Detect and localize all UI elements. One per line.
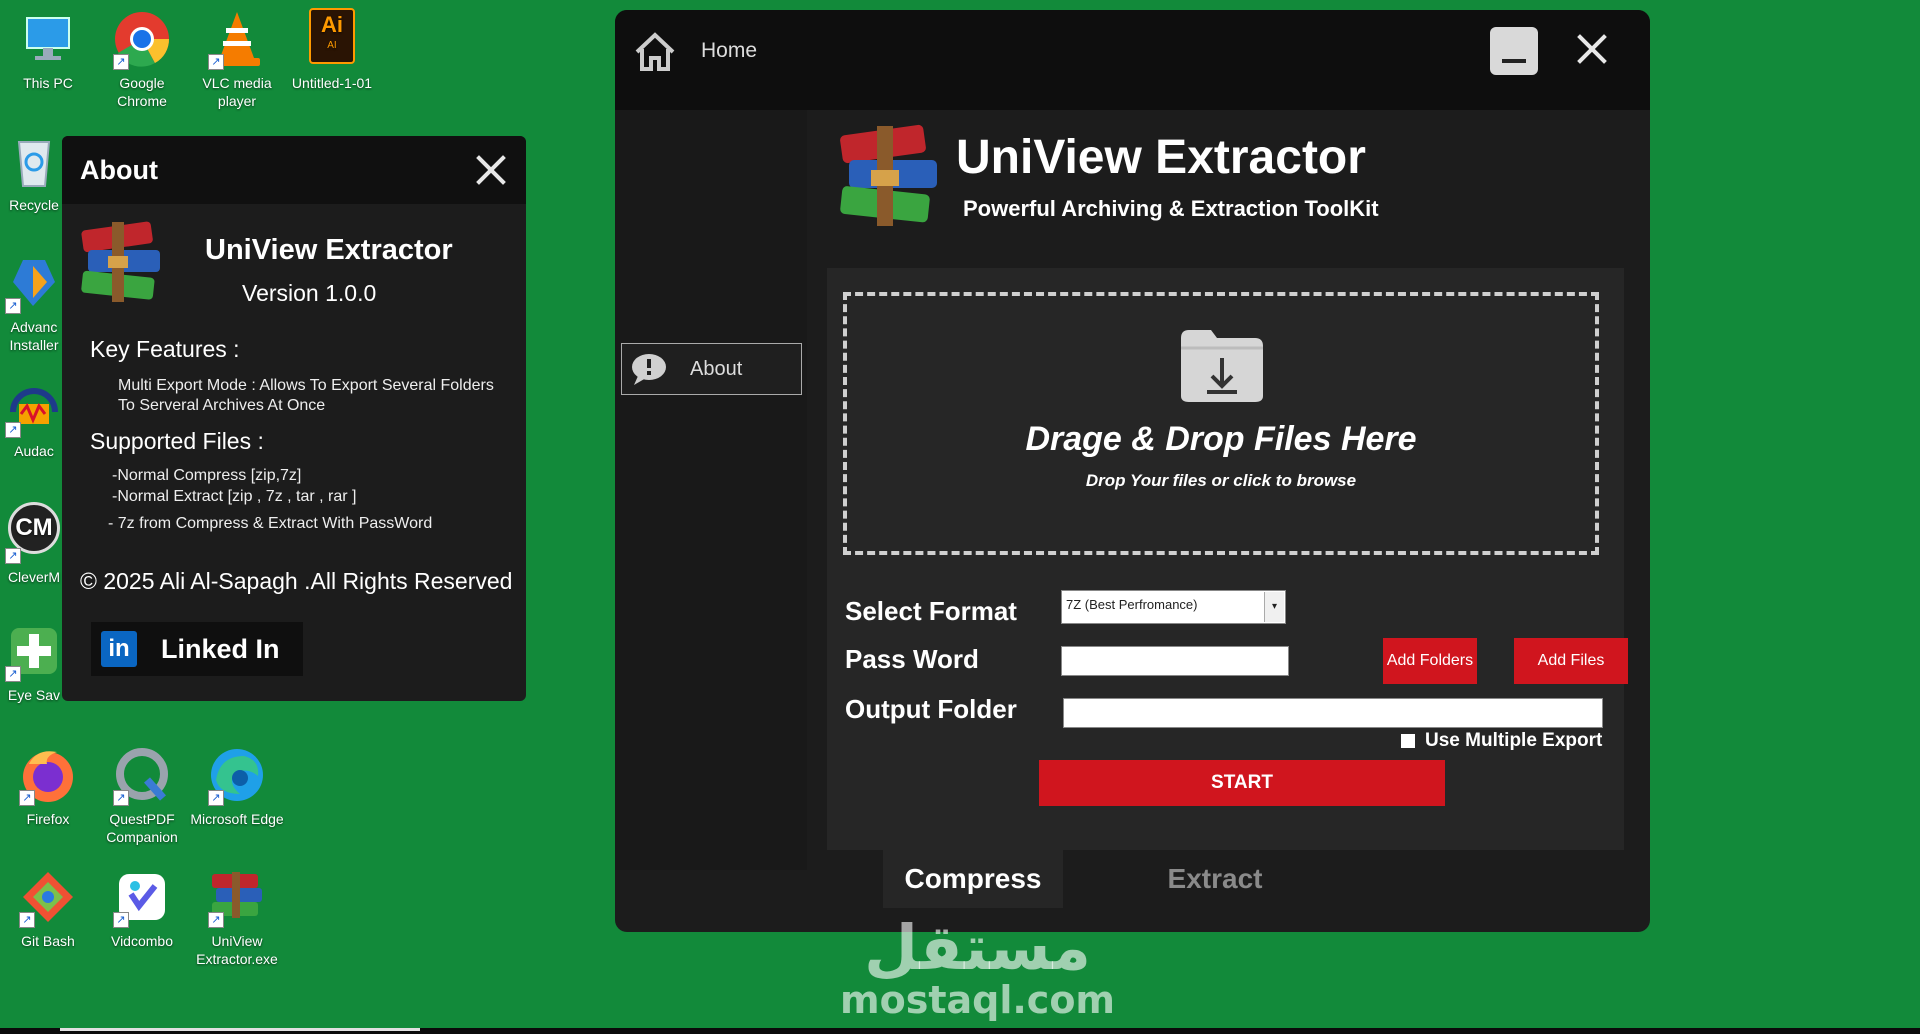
desktop-icon-this-pc[interactable]: This PC [0,8,96,92]
about-titlebar: About [62,136,526,204]
taskbar-indicator [60,1028,420,1031]
format-select[interactable]: 7Z (Best Perfromance) ▾ [1061,590,1286,624]
shortcut-arrow-icon: ↗ [113,790,129,806]
edge-icon: ↗ [206,744,268,806]
computer-icon [17,8,79,70]
drop-subtitle: Drop Your files or click to browse [1085,471,1357,490]
desktop-icon-uniview-extractor[interactable]: ↗ UniView Extractor.exe [189,866,285,968]
about-app-name: UniView Extractor [205,234,453,266]
key-features-heading: Key Features : [90,336,240,362]
installer-icon: ↗ [3,252,65,314]
sidebar-about-button[interactable]: About [621,343,802,395]
shortcut-arrow-icon: ↗ [5,298,21,314]
main-topbar: Home [615,10,1650,110]
download-folder-icon [1181,330,1263,402]
shortcut-arrow-icon: ↗ [113,912,129,928]
shortcut-arrow-icon: ↗ [5,422,21,438]
chrome-icon: ↗ [111,8,173,70]
chevron-down-icon: ▾ [1264,592,1284,622]
drop-zone[interactable]: Drage & Drop Files Here Drop Your files … [843,292,1599,555]
taskbar [0,1028,1920,1034]
output-folder-label: Output Folder [845,694,1017,724]
chat-bubble-icon [632,354,666,385]
watermark-arabic: مستقل [864,911,1091,984]
recycle-bin-icon [3,130,65,192]
supported-files-heading: Supported Files : [90,428,264,454]
output-folder-input[interactable] [1063,698,1603,728]
supported-item: - 7z from Compress & Extract With PassWo… [108,515,433,532]
home-label[interactable]: Home [701,39,757,63]
desktop-icon-questpdf[interactable]: ↗ QuestPDF Companion [94,744,190,846]
desktop-icon-edge[interactable]: ↗ Microsoft Edge [189,744,285,828]
shortcut-arrow-icon: ↗ [5,548,21,564]
multiple-export-checkbox[interactable]: Use Multiple Export [1401,730,1602,752]
sidebar-about-label: About [690,357,743,380]
desktop-icon-git-bash[interactable]: ↗ Git Bash [0,866,96,950]
format-select-value: 7Z (Best Perfromance) [1066,597,1198,612]
linkedin-icon: in [101,631,137,667]
main-close-button[interactable] [1575,32,1609,66]
audacity-icon: ↗ [3,376,65,438]
shortcut-arrow-icon: ↗ [113,54,129,70]
shortcut-arrow-icon: ↗ [19,790,35,806]
desktop-icon-google-chrome[interactable]: ↗ Google Chrome [94,8,190,110]
firefox-icon: ↗ [17,744,79,806]
watermark: مستقل mostaql.com [840,911,1116,1023]
watermark-latin: mostaql.com [840,978,1116,1022]
linkedin-button[interactable]: in Linked In [91,622,303,676]
vlc-cone-icon: ↗ [206,8,268,70]
shortcut-arrow-icon: ↗ [5,666,21,682]
home-icon[interactable] [633,30,677,74]
desktop-icon-firefox[interactable]: ↗ Firefox [0,744,96,828]
checkbox-box [1401,734,1415,748]
multiple-export-label: Use Multiple Export [1425,730,1603,751]
tab-compress[interactable]: Compress [883,850,1063,908]
app-title: UniView Extractor [956,131,1366,184]
books-archive-icon [81,221,160,302]
add-folders-button[interactable]: Add Folders [1383,638,1477,684]
books-archive-icon [840,124,937,226]
desktop-icon-vlc[interactable]: ↗ VLC media player [189,8,285,110]
cleverm-icon: CM ↗ [3,502,65,564]
tab-extract[interactable]: Extract [1125,850,1305,908]
about-window: About UniView Extractor Version 1.0.0 Ke… [62,136,526,701]
compress-panel: Drage & Drop Files Here Drop Your files … [827,268,1628,850]
vidcombo-icon: ↗ [111,866,173,928]
main-window: Home About UniView Extractor Powerful Ar… [615,10,1650,932]
supported-item: -Normal Compress [zip,7z] [112,467,302,484]
password-label: Pass Word [845,644,979,674]
eye-saver-icon: ↗ [3,620,65,682]
shortcut-arrow-icon: ↗ [208,790,224,806]
shortcut-arrow-icon: ↗ [19,912,35,928]
app-tagline: Powerful Archiving & Extraction ToolKit [963,196,1379,221]
drop-title: Drage & Drop Files Here [1025,420,1417,458]
about-title: About [80,154,158,185]
questpdf-icon: ↗ [111,744,173,806]
supported-item: -Normal Extract [zip , 7z , tar , rar ] [112,488,357,505]
about-version: Version 1.0.0 [242,280,377,306]
linkedin-label: Linked In [161,633,280,664]
minimize-button[interactable] [1490,27,1538,75]
shortcut-arrow-icon: ↗ [208,912,224,928]
sidebar [615,110,807,870]
copyright-text: © 2025 Ali Al-Sapagh .All Rights Reserve… [80,568,513,594]
add-files-button[interactable]: Add Files [1514,638,1628,684]
books-archive-icon: ↗ [206,866,268,928]
password-input[interactable] [1061,646,1289,676]
start-button[interactable]: START [1039,760,1445,806]
desktop-icon-vidcombo[interactable]: ↗ Vidcombo [94,866,190,950]
desktop-icon-untitled[interactable]: Ai AI Untitled-1-01 [284,8,380,92]
feature-line: To Serveral Archives At Once [118,397,326,414]
select-format-label: Select Format [845,596,1017,626]
about-close-button[interactable] [474,153,508,187]
illustrator-file-icon: Ai AI [301,8,363,70]
feature-line: Multi Export Mode : Allows To Export Sev… [118,377,494,394]
shortcut-arrow-icon: ↗ [208,54,224,70]
git-bash-icon: ↗ [17,866,79,928]
